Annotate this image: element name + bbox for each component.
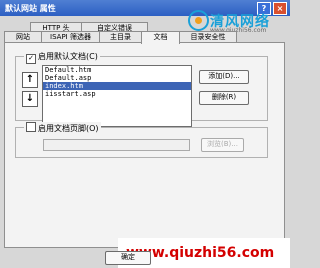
window-title: 默认网站 属性 [5,4,56,13]
default-docs-title[interactable]: ✓ 启用默认文档(C) [24,51,100,64]
footer-docs-label: 启用文档页脚(O) [38,124,99,133]
list-item[interactable]: Default.asp [43,74,191,82]
browse-button[interactable]: 浏览(B)... [201,138,244,152]
add-button[interactable]: 添加(D)... [199,70,249,84]
ok-button[interactable]: 确定 [105,251,151,265]
footer-docs-checkbox[interactable] [26,122,36,132]
move-down-button[interactable]: ↓ [22,91,38,107]
logo-icon [188,10,209,31]
remove-button[interactable]: 删除(R) [199,91,249,105]
list-item[interactable]: Default.htm [43,66,191,74]
default-docs-list[interactable]: Default.htm Default.asp index.htm iissta… [42,65,192,127]
move-up-button[interactable]: ↑ [22,72,38,88]
footer-docs-title[interactable]: 启用文档页脚(O) [24,122,101,134]
footer-path-input[interactable] [43,139,190,151]
list-item[interactable]: iisstart.asp [43,90,191,98]
default-docs-checkbox[interactable]: ✓ [26,54,36,64]
default-docs-label: 启用默认文档(C) [38,52,98,61]
tab-documents[interactable]: 文档 [141,31,180,44]
list-item-selected[interactable]: index.htm [43,82,191,90]
